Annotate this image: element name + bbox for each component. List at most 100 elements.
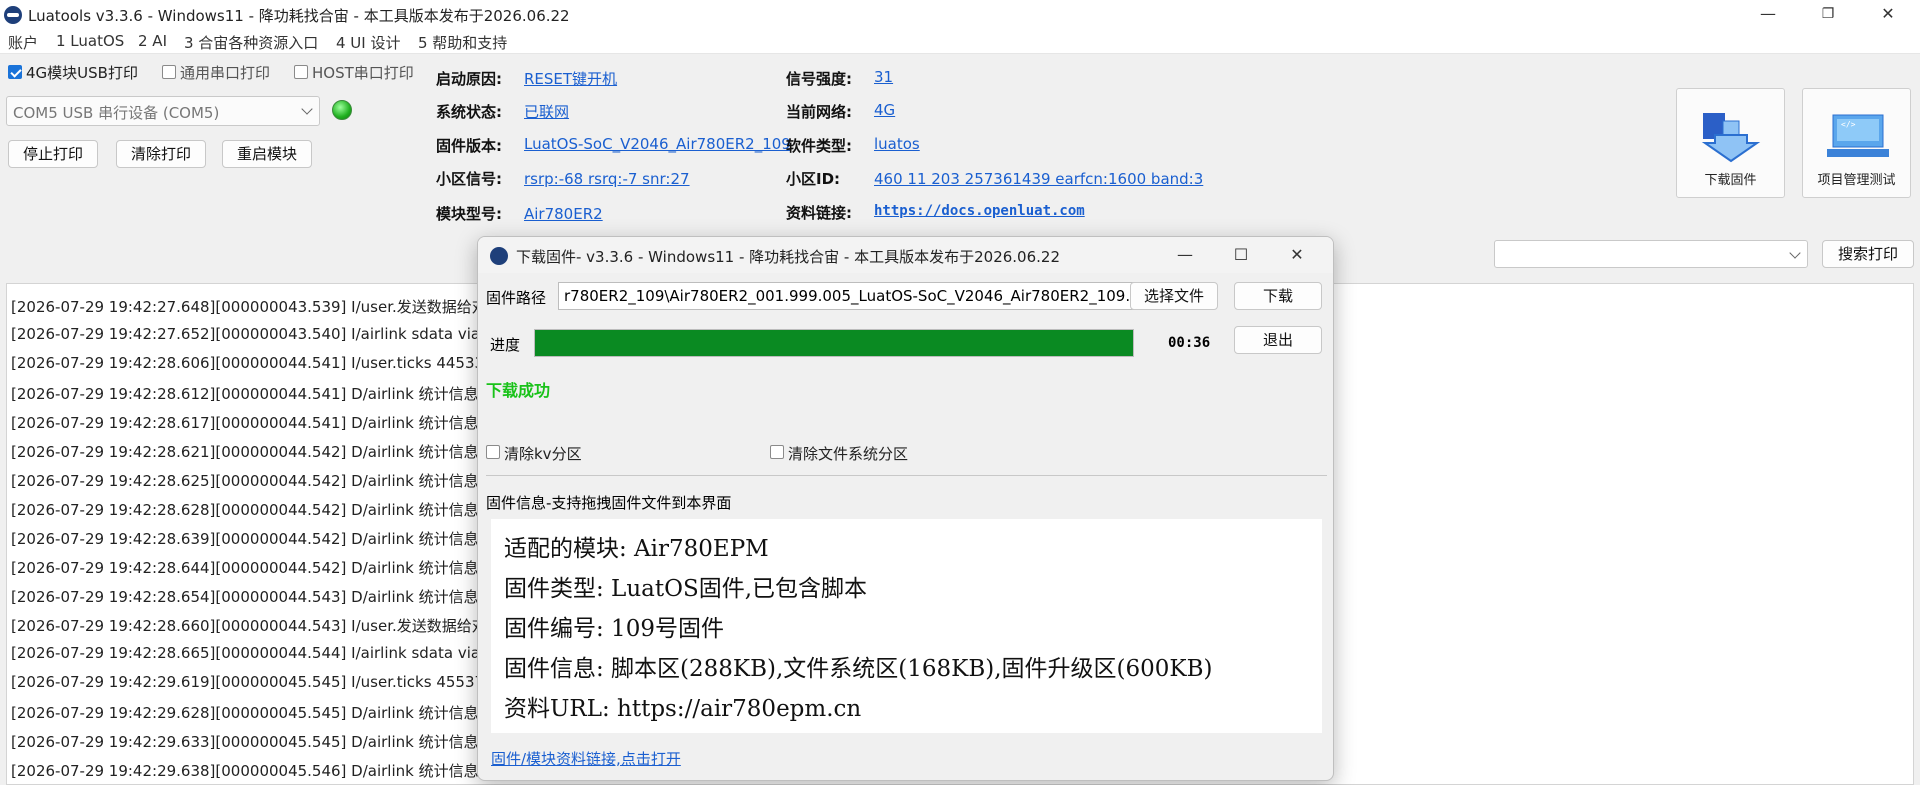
menu-resources[interactable]: 3 合宙各种资源入口 xyxy=(184,32,318,53)
monitor-icon: </> xyxy=(1827,114,1889,157)
port-select[interactable]: COM5 USB 串行设备 (COM5) xyxy=(6,96,320,126)
svg-text:</>: </> xyxy=(1841,120,1856,129)
port-select-value: COM5 USB 串行设备 (COM5) xyxy=(13,104,220,122)
menu-bar: 账户 1 LuatOS 2 AI 3 合宙各种资源入口 4 UI 设计 5 帮助… xyxy=(0,30,1920,54)
minimize-button[interactable]: — xyxy=(1740,0,1796,30)
firmware-info-line: 资料URL: https://air780epm.cn xyxy=(504,696,862,722)
search-select[interactable] xyxy=(1494,240,1808,268)
signal-label: 信号强度: xyxy=(786,70,852,88)
signal-value[interactable]: 31 xyxy=(874,68,893,86)
clear-kv-checkbox[interactable] xyxy=(486,445,500,459)
cell-signal-label: 小区信号: xyxy=(436,170,502,188)
download-arrow-icon xyxy=(1701,113,1761,163)
docs-label: 资料链接: xyxy=(786,204,852,222)
connection-status-icon xyxy=(332,100,352,120)
dialog-app-icon xyxy=(490,247,508,265)
dialog-title: 下载固件- v3.3.6 - Windows11 - 降功耗找合宙 - 本工具版… xyxy=(516,248,1061,266)
progress-bar xyxy=(534,329,1134,357)
dialog-maximize-button[interactable]: ☐ xyxy=(1218,243,1264,269)
download-firmware-label: 下载固件 xyxy=(1704,173,1757,188)
usb-print-label: 4G模块USB打印 xyxy=(26,64,138,82)
system-status-label: 系统状态: xyxy=(436,103,502,121)
close-button[interactable]: ✕ xyxy=(1860,0,1916,30)
download-button[interactable]: 下载 xyxy=(1234,282,1322,310)
boot-reason-value[interactable]: RESET键开机 xyxy=(524,68,617,89)
network-value[interactable]: 4G xyxy=(874,101,895,119)
firmware-info-line: 适配的模块: Air780EPM xyxy=(504,536,769,562)
firmware-path-input[interactable]: r780ER2_109\Air780ER2_001.999.005_LuatOS… xyxy=(558,282,1199,310)
firmware-info-line: 固件信息: 脚本区(288KB),文件系统区(168KB),固件升级区(600K… xyxy=(504,656,1213,682)
progress-label: 进度 xyxy=(490,336,521,354)
log-line: [2026-07-29 19:42:28.617][000000044.541]… xyxy=(11,414,514,432)
cell-id-label: 小区ID: xyxy=(786,170,841,188)
menu-ui-design[interactable]: 4 UI 设计 xyxy=(336,32,400,53)
cell-signal-value[interactable]: rsrp:-68 rsrq:-7 snr:27 xyxy=(524,170,690,188)
log-line: [2026-07-29 19:42:28.625][000000044.542]… xyxy=(11,472,514,490)
download-firmware-dialog: 下载固件- v3.3.6 - Windows11 - 降功耗找合宙 - 本工具版… xyxy=(477,236,1334,781)
exit-button[interactable]: 退出 xyxy=(1234,326,1322,354)
log-line: [2026-07-29 19:42:28.665][000000044.544]… xyxy=(11,644,513,662)
firmware-info-line: 固件类型: LuatOS固件,已包含脚本 xyxy=(504,576,868,602)
host-print-label: HOST串口打印 xyxy=(312,64,414,82)
restart-module-button[interactable]: 重启模块 xyxy=(222,140,312,168)
download-firmware-button[interactable]: 下载固件 xyxy=(1676,88,1785,198)
stop-print-label: 停止打印 xyxy=(22,145,83,163)
app-logo-icon xyxy=(4,6,22,24)
restore-button[interactable]: ❐ xyxy=(1800,0,1856,30)
usb-print-checkbox[interactable] xyxy=(8,65,22,79)
clear-fs-checkbox[interactable] xyxy=(770,445,784,459)
dialog-minimize-button[interactable]: — xyxy=(1162,243,1208,269)
firmware-value[interactable]: LuatOS-SoC_V2046_Air780ER2_109 xyxy=(524,135,791,153)
choose-file-label: 选择文件 xyxy=(1143,287,1204,305)
download-status: 下载成功 xyxy=(486,381,551,400)
log-line: [2026-07-29 19:42:29.633][000000045.545]… xyxy=(11,733,514,751)
log-line: [2026-07-29 19:42:29.628][000000045.545]… xyxy=(11,704,514,722)
stop-print-button[interactable]: 停止打印 xyxy=(8,140,98,168)
serial-print-checkbox[interactable] xyxy=(162,65,176,79)
log-line: [2026-07-29 19:42:28.639][000000044.542]… xyxy=(11,530,514,548)
log-line: [2026-07-29 19:42:28.660][000000044.543]… xyxy=(11,617,517,635)
menu-help[interactable]: 5 帮助和支持 xyxy=(418,32,507,53)
project-management-label: 项目管理测试 xyxy=(1817,173,1896,188)
log-line: [2026-07-29 19:42:28.612][000000044.541]… xyxy=(11,385,514,403)
clear-fs-label: 清除文件系统分区 xyxy=(788,445,909,463)
search-print-label: 搜索打印 xyxy=(1837,245,1898,263)
menu-account[interactable]: 账户 xyxy=(8,32,38,53)
log-line: [2026-07-29 19:42:28.621][000000044.542]… xyxy=(11,443,514,461)
host-print-checkbox[interactable] xyxy=(294,65,308,79)
log-line: [2026-07-29 19:42:28.628][000000044.542]… xyxy=(11,501,514,519)
progress-fill xyxy=(535,330,1133,356)
log-line: [2026-07-29 19:42:27.652][000000043.540]… xyxy=(11,325,513,343)
model-value[interactable]: Air780ER2 xyxy=(524,205,603,223)
log-line: [2026-07-29 19:42:27.648][000000043.539]… xyxy=(11,298,517,316)
cell-id-value[interactable]: 460 11 203 257361439 earfcn:1600 band:3 xyxy=(874,170,1203,188)
network-label: 当前网络: xyxy=(786,103,852,121)
elapsed-time: 00:36 xyxy=(1168,335,1211,351)
software-type-label: 软件类型: xyxy=(786,137,852,155)
chevron-down-icon xyxy=(301,103,313,115)
model-label: 模块型号: xyxy=(436,205,502,223)
firmware-label: 固件版本: xyxy=(436,137,502,155)
serial-print-label: 通用串口打印 xyxy=(180,64,271,82)
docs-link[interactable]: https://docs.openluat.com xyxy=(874,203,1085,219)
menu-ai[interactable]: 2 AI xyxy=(138,32,167,50)
choose-file-button[interactable]: 选择文件 xyxy=(1130,282,1218,310)
firmware-path-label: 固件路径 xyxy=(486,289,547,307)
firmware-info-panel: 适配的模块: Air780EPM 固件类型: LuatOS固件,已包含脚本 固件… xyxy=(491,519,1322,733)
software-type-value[interactable]: luatos xyxy=(874,135,920,153)
log-line: [2026-07-29 19:42:28.606][000000044.541]… xyxy=(11,354,519,372)
firmware-path-value: r780ER2_109\Air780ER2_001.999.005_LuatOS… xyxy=(564,287,1156,305)
log-line: [2026-07-29 19:42:28.644][000000044.542]… xyxy=(11,559,508,577)
chevron-down-icon xyxy=(1789,247,1801,259)
clear-print-button[interactable]: 清除打印 xyxy=(116,140,206,168)
dialog-close-button[interactable]: ✕ xyxy=(1274,243,1320,269)
clear-kv-label: 清除kv分区 xyxy=(504,445,582,463)
log-line: [2026-07-29 19:42:29.638][000000045.546]… xyxy=(11,762,514,780)
system-status-value[interactable]: 已联网 xyxy=(524,101,569,122)
firmware-docs-link[interactable]: 固件/模块资料链接,点击打开 xyxy=(491,748,681,769)
menu-luatos[interactable]: 1 LuatOS xyxy=(56,32,124,50)
search-print-button[interactable]: 搜索打印 xyxy=(1822,240,1914,268)
window-title: Luatools v3.3.6 - Windows11 - 降功耗找合宙 - 本… xyxy=(28,7,570,25)
log-line: [2026-07-29 19:42:29.619][000000045.545]… xyxy=(11,673,519,691)
project-management-button[interactable]: </> 项目管理测试 xyxy=(1802,88,1911,198)
